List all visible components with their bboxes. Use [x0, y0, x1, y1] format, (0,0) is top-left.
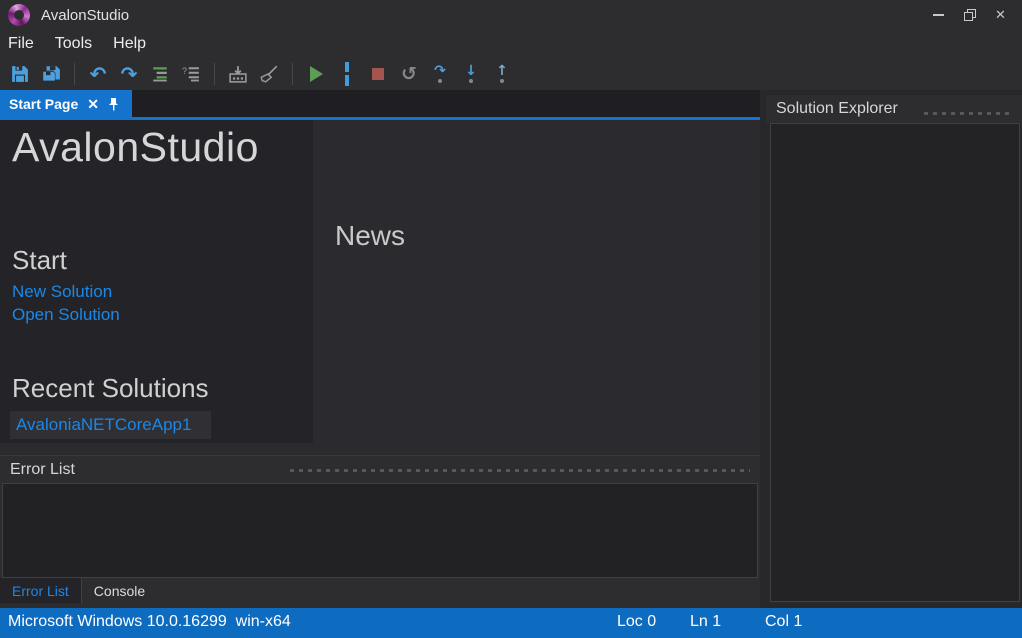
menu-file[interactable]: File — [8, 35, 34, 53]
error-list-drag-handle[interactable] — [290, 469, 750, 472]
close-button[interactable]: ✕ — [985, 0, 1016, 30]
solution-explorer-panel: Solution Explorer — [760, 90, 1022, 610]
toolbar-separator — [214, 63, 215, 85]
tab-console[interactable]: Console — [82, 578, 157, 603]
start-links: New Solution Open Solution — [12, 280, 120, 326]
redo-icon: ↷ — [121, 65, 138, 83]
tab-pin-icon[interactable] — [108, 97, 119, 111]
status-column: Col 1 — [765, 613, 802, 631]
solution-explorer-header: Solution Explorer — [766, 95, 1022, 123]
tab-close-icon[interactable]: ✕ — [87, 97, 99, 111]
save-button[interactable] — [8, 62, 32, 86]
save-all-icon — [41, 65, 61, 83]
run-icon — [310, 66, 323, 82]
redo-button[interactable]: ↷ — [117, 62, 141, 86]
stop-icon — [372, 68, 384, 80]
error-list-content[interactable] — [2, 483, 758, 578]
restore-button[interactable] — [954, 0, 985, 30]
title-bar[interactable]: AvalonStudio ✕ — [0, 0, 1022, 30]
start-page-left-column: AvalonStudio Start New Solution Open Sol… — [0, 120, 313, 443]
format-document-button[interactable] — [148, 62, 172, 86]
status-bar: Microsoft Windows 10.0.16299 win-x64 Loc… — [0, 608, 1022, 638]
recent-solution-item[interactable]: AvaloniaNETCoreApp1 — [10, 411, 211, 439]
step-over-icon: ↷ — [434, 65, 446, 77]
toolbar-separator — [74, 63, 75, 85]
error-list-header: Error List — [0, 455, 760, 483]
toolbar-separator — [292, 63, 293, 85]
restore-icon — [964, 9, 976, 21]
open-solution-link[interactable]: Open Solution — [12, 303, 120, 326]
save-icon — [11, 65, 29, 83]
status-loc: Loc 0 — [617, 613, 656, 631]
step-into-button[interactable]: ↓ — [459, 62, 483, 86]
clean-icon — [259, 65, 279, 83]
undo-icon: ↶ — [90, 65, 107, 83]
recent-solutions-heading: Recent Solutions — [12, 373, 209, 404]
bottom-panel-tab-bar: Error List Console — [0, 578, 760, 603]
format-document-icon — [151, 66, 169, 82]
menu-tools[interactable]: Tools — [55, 35, 92, 53]
step-out-icon: ↑ — [496, 65, 508, 77]
tab-start-page[interactable]: Start Page ✕ — [0, 90, 132, 117]
status-platform: Microsoft Windows 10.0.16299 win-x64 — [8, 613, 291, 631]
run-button[interactable] — [304, 62, 328, 86]
step-into-icon: ↓ — [465, 65, 477, 77]
build-icon — [229, 65, 247, 83]
save-all-button[interactable] — [39, 62, 63, 86]
start-page-title: AvalonStudio — [12, 124, 313, 171]
start-page-document: AvalonStudio Start New Solution Open Sol… — [0, 120, 760, 455]
minimize-button[interactable] — [923, 0, 954, 30]
news-heading: News — [335, 220, 405, 252]
step-out-button[interactable]: ↑ — [490, 62, 514, 86]
build-button[interactable] — [226, 62, 250, 86]
restart-icon: ↺ — [401, 65, 417, 83]
clean-button[interactable] — [257, 62, 281, 86]
solution-explorer-title: Solution Explorer — [776, 100, 898, 118]
solution-explorer-tree[interactable] — [770, 123, 1020, 602]
window-title: AvalonStudio — [41, 7, 129, 24]
editor-tab-strip: Start Page ✕ — [0, 90, 760, 117]
step-over-button[interactable]: ↷ — [428, 62, 452, 86]
start-heading: Start — [12, 245, 67, 276]
tab-error-list[interactable]: Error List — [0, 578, 82, 603]
pause-icon — [345, 62, 349, 73]
toolbar: ↶ ↷ ? ↺ ↷ ↓ ↑ — [0, 57, 1022, 90]
new-solution-link[interactable]: New Solution — [12, 280, 120, 303]
status-line: Ln 1 — [690, 613, 721, 631]
pause-button[interactable] — [335, 62, 359, 86]
minimize-icon — [933, 14, 944, 16]
error-list-title: Error List — [10, 461, 75, 479]
format-selection-button[interactable]: ? — [179, 62, 203, 86]
format-selection-icon: ? — [182, 66, 200, 82]
restart-button[interactable]: ↺ — [397, 62, 421, 86]
avalonstudio-window: AvalonStudio ✕ File Tools Help — [0, 0, 1022, 638]
close-icon: ✕ — [995, 7, 1006, 23]
undo-button[interactable]: ↶ — [86, 62, 110, 86]
app-logo-icon — [8, 4, 30, 26]
tab-label: Start Page — [9, 96, 78, 112]
menu-help[interactable]: Help — [113, 35, 146, 53]
menu-bar: File Tools Help — [0, 30, 1022, 57]
solution-explorer-drag-handle[interactable] — [924, 112, 1012, 115]
stop-button[interactable] — [366, 62, 390, 86]
svg-text:?: ? — [182, 66, 187, 76]
window-controls: ✕ — [923, 0, 1016, 30]
